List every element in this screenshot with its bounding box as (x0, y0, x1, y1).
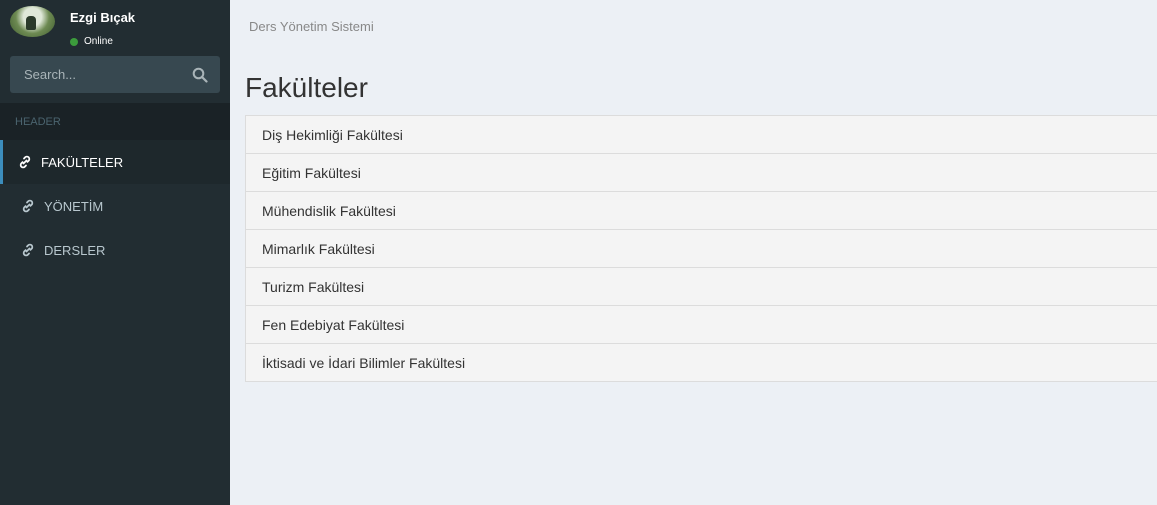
search-button[interactable] (192, 65, 212, 85)
user-panel: Ezgi Bıçak Online (0, 0, 230, 52)
faculty-list: Diş Hekimliği Fakültesi Eğitim Fakültesi… (245, 115, 1157, 382)
list-item[interactable]: Eğitim Fakültesi (245, 153, 1157, 192)
list-item[interactable]: Mühendislik Fakültesi (245, 191, 1157, 230)
sidebar-item-fakulteler[interactable]: FAKÜLTELER (0, 140, 230, 184)
link-icon (18, 155, 32, 169)
sidebar-item-yonetim[interactable]: YÖNETİM (0, 184, 230, 228)
user-avatar[interactable] (10, 6, 55, 37)
breadcrumb: Ders Yönetim Sistemi (249, 19, 374, 34)
user-name: Ezgi Bıçak (70, 10, 136, 25)
sidebar-item-dersler[interactable]: DERSLER (0, 228, 230, 272)
list-item[interactable]: Turizm Fakültesi (245, 267, 1157, 306)
sidebar-item-label: DERSLER (44, 242, 106, 258)
sidebar-item-label: YÖNETİM (44, 198, 104, 214)
search-icon (192, 67, 208, 83)
sidebar-menu: FAKÜLTELER YÖNETİM DERSLER (0, 140, 230, 272)
main-content: Ders Yönetim Sistemi Fakülteler Diş Heki… (230, 0, 1157, 505)
list-item[interactable]: Mimarlık Fakültesi (245, 229, 1157, 268)
page-title: Fakülteler (245, 72, 368, 103)
sidebar-header: HEADER (0, 103, 230, 140)
link-icon (21, 199, 35, 213)
list-item[interactable]: İktisadi ve İdari Bilimler Fakültesi (245, 343, 1157, 382)
search-box (10, 56, 220, 93)
link-icon (21, 243, 35, 257)
search-input[interactable] (10, 56, 185, 93)
user-status-label: Online (84, 36, 113, 47)
sidebar-item-label: FAKÜLTELER (41, 154, 124, 170)
list-item[interactable]: Fen Edebiyat Fakültesi (245, 305, 1157, 344)
sidebar: Ezgi Bıçak Online HEADER FAKÜLTELER YÖNE (0, 0, 230, 505)
list-item[interactable]: Diş Hekimliği Fakültesi (245, 115, 1157, 154)
online-status-icon (70, 37, 78, 46)
user-status: Online (70, 36, 113, 47)
